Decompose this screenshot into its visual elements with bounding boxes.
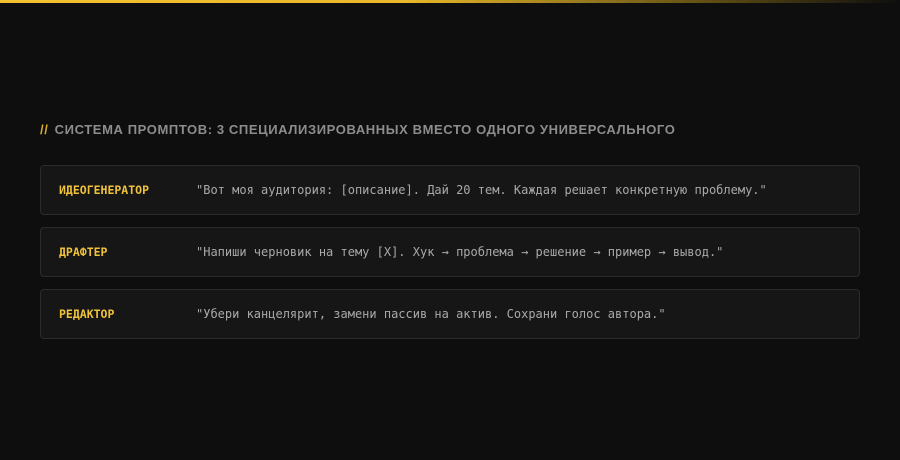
prompt-name: ИДЕОГЕНЕРАТОР <box>59 183 150 197</box>
prompt-text: "Напиши черновик на тему [X]. Хук → проб… <box>196 245 724 259</box>
prompt-row-editor: РЕДАКТОР "Убери канцелярит, замени пасси… <box>40 289 860 339</box>
section-title-text: СИСТЕМА ПРОМПТОВ: 3 СПЕЦИАЛИЗИРОВАННЫХ В… <box>54 122 676 137</box>
section-title: // СИСТЕМА ПРОМПТОВ: 3 СПЕЦИАЛИЗИРОВАННЫ… <box>40 122 675 137</box>
top-accent-bar <box>0 0 900 3</box>
prompt-text: "Вот моя аудитория: [описание]. Дай 20 т… <box>196 183 767 197</box>
prompt-text: "Убери канцелярит, замени пассив на акти… <box>196 307 666 321</box>
prompt-row-drafter: ДРАФТЕР "Напиши черновик на тему [X]. Ху… <box>40 227 860 277</box>
prompt-row-ideagenerator: ИДЕОГЕНЕРАТОР "Вот моя аудитория: [описа… <box>40 165 860 215</box>
prompt-list: ИДЕОГЕНЕРАТОР "Вот моя аудитория: [описа… <box>40 165 860 351</box>
section-title-prefix: // <box>40 122 49 137</box>
prompt-name: РЕДАКТОР <box>59 307 115 321</box>
prompt-name: ДРАФТЕР <box>59 245 108 259</box>
